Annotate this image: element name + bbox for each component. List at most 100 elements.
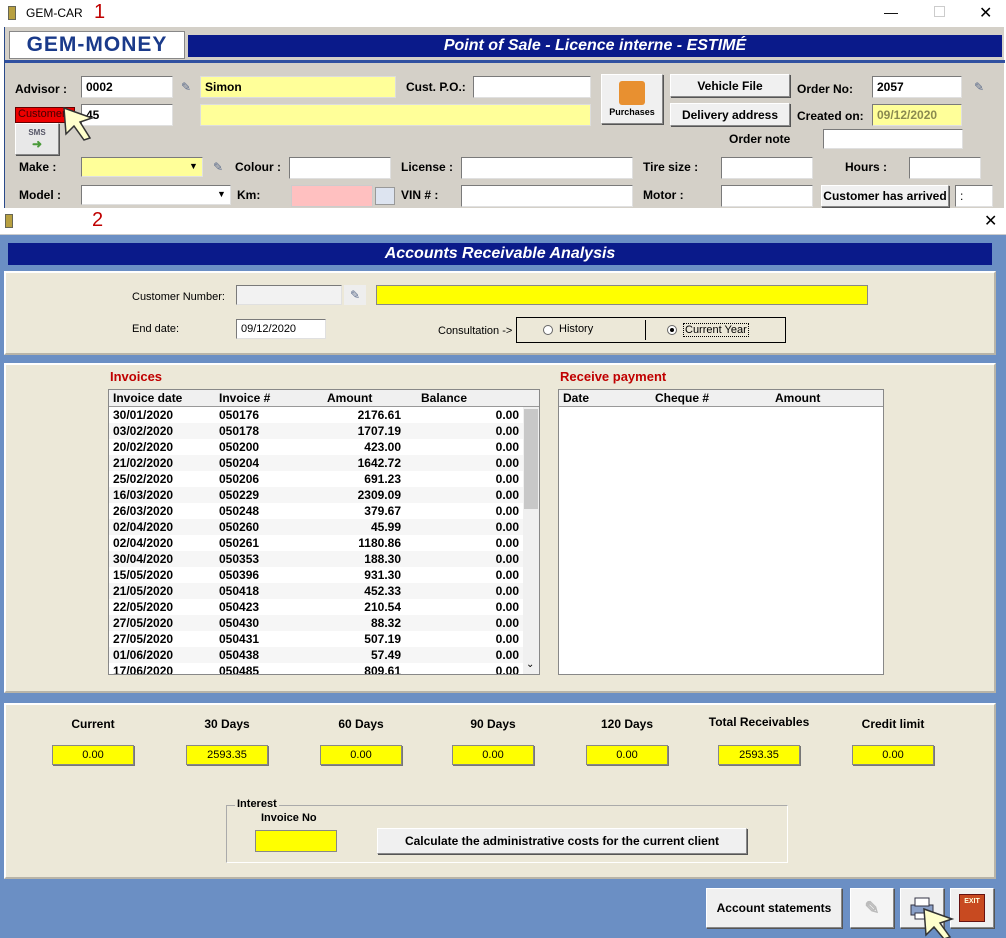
table-row[interactable]: 27/05/2020 050430 88.32 0.00 <box>109 615 539 631</box>
table-cell: 2176.61 <box>357 408 401 422</box>
hours-field[interactable] <box>909 157 981 179</box>
col-balance[interactable]: Balance <box>421 391 467 405</box>
chevron-down-icon[interactable]: ▼ <box>189 161 198 171</box>
make-lookup-icon[interactable]: ✎ <box>207 157 229 177</box>
table-cell: 26/03/2020 <box>113 504 174 518</box>
close-icon[interactable]: ✕ <box>984 211 997 231</box>
chevron-down-icon[interactable]: ⌄ <box>526 659 534 670</box>
advisor-label: Advisor : <box>15 82 68 96</box>
table-cell: 45.99 <box>370 520 401 534</box>
vehicle-file-button[interactable]: Vehicle File <box>670 74 790 97</box>
col-cheque[interactable]: Cheque # <box>655 391 709 405</box>
advisor-lookup-icon[interactable]: ✎ <box>175 77 197 97</box>
order-lookup-icon[interactable]: ✎ <box>968 77 990 97</box>
ar-header: Accounts Receivable Analysis <box>8 243 992 265</box>
customer-name-field[interactable] <box>200 104 591 126</box>
col-payment-amount[interactable]: Amount <box>775 391 820 405</box>
cust-po-field[interactable] <box>473 76 591 98</box>
table-row[interactable]: 27/05/2020 050431 507.19 0.00 <box>109 631 539 647</box>
payments-table[interactable]: Date Cheque # Amount <box>558 389 884 675</box>
colour-field[interactable] <box>289 157 391 179</box>
invoices-table[interactable]: Invoice date Invoice # Amount Balance 30… <box>108 389 540 675</box>
model-select[interactable] <box>81 185 231 205</box>
chevron-down-icon[interactable]: ▼ <box>217 189 226 199</box>
sms-button[interactable]: SMS ➜ <box>15 123 59 155</box>
col-invoice-date[interactable]: Invoice date <box>113 391 182 405</box>
vin-field[interactable] <box>461 185 633 207</box>
advisor-name-field[interactable]: Simon <box>200 76 396 98</box>
table-row[interactable]: 03/02/2020 050178 1707.19 0.00 <box>109 423 539 439</box>
radio-history[interactable] <box>543 325 553 335</box>
minimize-icon[interactable]: — <box>884 4 898 20</box>
table-row[interactable]: 01/06/2020 050438 57.49 0.00 <box>109 647 539 663</box>
arrow-icon: ➜ <box>31 136 43 151</box>
ar-window: Accounts Receivable Analysis Customer Nu… <box>0 235 1006 938</box>
col-amount[interactable]: Amount <box>327 391 372 405</box>
exit-button[interactable]: EXIT <box>950 888 994 928</box>
table-row[interactable]: 21/05/2020 050418 452.33 0.00 <box>109 583 539 599</box>
table-cell: 0.00 <box>495 408 519 422</box>
order-no-field[interactable]: 2057 <box>872 76 962 98</box>
radio-current-year[interactable] <box>667 325 677 335</box>
table-row[interactable]: 30/01/2020 050176 2176.61 0.00 <box>109 407 539 423</box>
table-row[interactable]: 21/02/2020 050204 1642.72 0.00 <box>109 455 539 471</box>
make-select[interactable] <box>81 157 203 177</box>
step-marker-2: 2 <box>92 209 104 231</box>
summary-label: Current <box>71 717 115 731</box>
maximize-icon[interactable] <box>934 6 945 17</box>
window-title: GEM-CAR <box>26 6 83 20</box>
delivery-address-button[interactable]: Delivery address <box>670 103 790 126</box>
table-cell: 30/01/2020 <box>113 408 174 422</box>
history-option-label[interactable]: History <box>559 323 593 335</box>
table-row[interactable]: 16/03/2020 050229 2309.09 0.00 <box>109 487 539 503</box>
table-row[interactable]: 02/04/2020 050261 1180.86 0.00 <box>109 535 539 551</box>
interest-group: Interest Invoice No Calculate the admini… <box>226 798 788 863</box>
advisor-code-field[interactable]: 0002 <box>81 76 173 98</box>
col-date[interactable]: Date <box>563 391 589 405</box>
table-row[interactable]: 26/03/2020 050248 379.67 0.00 <box>109 503 539 519</box>
table-row[interactable]: 17/06/2020 050485 809.61 0.00 <box>109 663 539 675</box>
table-cell: 0.00 <box>495 632 519 646</box>
customer-arrived-button[interactable]: Customer has arrived <box>821 185 949 207</box>
customer-number-label: Customer Number: <box>132 291 225 303</box>
tire-size-field[interactable] <box>721 157 813 179</box>
customer-name-field <box>376 285 868 305</box>
pointer-cursor-icon <box>63 106 95 141</box>
order-note-field[interactable] <box>823 129 963 149</box>
table-row[interactable]: 25/02/2020 050206 691.23 0.00 <box>109 471 539 487</box>
end-date-field[interactable]: 09/12/2020 <box>236 319 326 339</box>
customer-lookup-icon[interactable]: ✎ <box>344 285 366 305</box>
table-cell: 0.00 <box>495 504 519 518</box>
km-field[interactable] <box>291 185 373 207</box>
invoice-no-field[interactable] <box>255 830 337 852</box>
table-row[interactable]: 02/04/2020 050260 45.99 0.00 <box>109 519 539 535</box>
km-calc-icon[interactable] <box>375 187 395 205</box>
pointer-cursor-icon <box>923 907 955 938</box>
model-label: Model : <box>19 188 61 202</box>
calc-admin-costs-button[interactable]: Calculate the administrative costs for t… <box>377 828 747 854</box>
step-marker-1: 1 <box>94 1 106 23</box>
license-field[interactable] <box>461 157 633 179</box>
table-row[interactable]: 30/04/2020 050353 188.30 0.00 <box>109 551 539 567</box>
table-cell: 22/05/2020 <box>113 600 174 614</box>
colour-label: Colour : <box>235 160 281 174</box>
motor-field[interactable] <box>721 185 813 207</box>
close-icon[interactable]: ✕ <box>979 3 992 23</box>
table-row[interactable]: 20/02/2020 050200 423.00 0.00 <box>109 439 539 455</box>
table-cell: 050261 <box>219 536 260 550</box>
table-row[interactable]: 22/05/2020 050423 210.54 0.00 <box>109 599 539 615</box>
ar-titlebar: 2 ✕ <box>0 208 1006 235</box>
table-cell: 050485 <box>219 664 260 675</box>
purchases-button[interactable]: Purchases <box>601 74 663 124</box>
account-statements-button[interactable]: Account statements <box>706 888 842 928</box>
summary-label: 120 Days <box>600 717 654 731</box>
table-row[interactable]: 15/05/2020 050396 931.30 0.00 <box>109 567 539 583</box>
invoices-scrollbar[interactable]: ⌄ <box>523 407 539 674</box>
table-cell: 0.00 <box>495 536 519 550</box>
customer-panel: Customer Number: ✎ End date: 09/12/2020 … <box>4 271 996 355</box>
table-cell: 050423 <box>219 600 260 614</box>
current-year-option-label[interactable]: Current Year <box>683 323 749 337</box>
table-cell: 050353 <box>219 552 260 566</box>
invoices-title: Invoices <box>110 369 163 384</box>
col-invoice-no[interactable]: Invoice # <box>219 391 270 405</box>
